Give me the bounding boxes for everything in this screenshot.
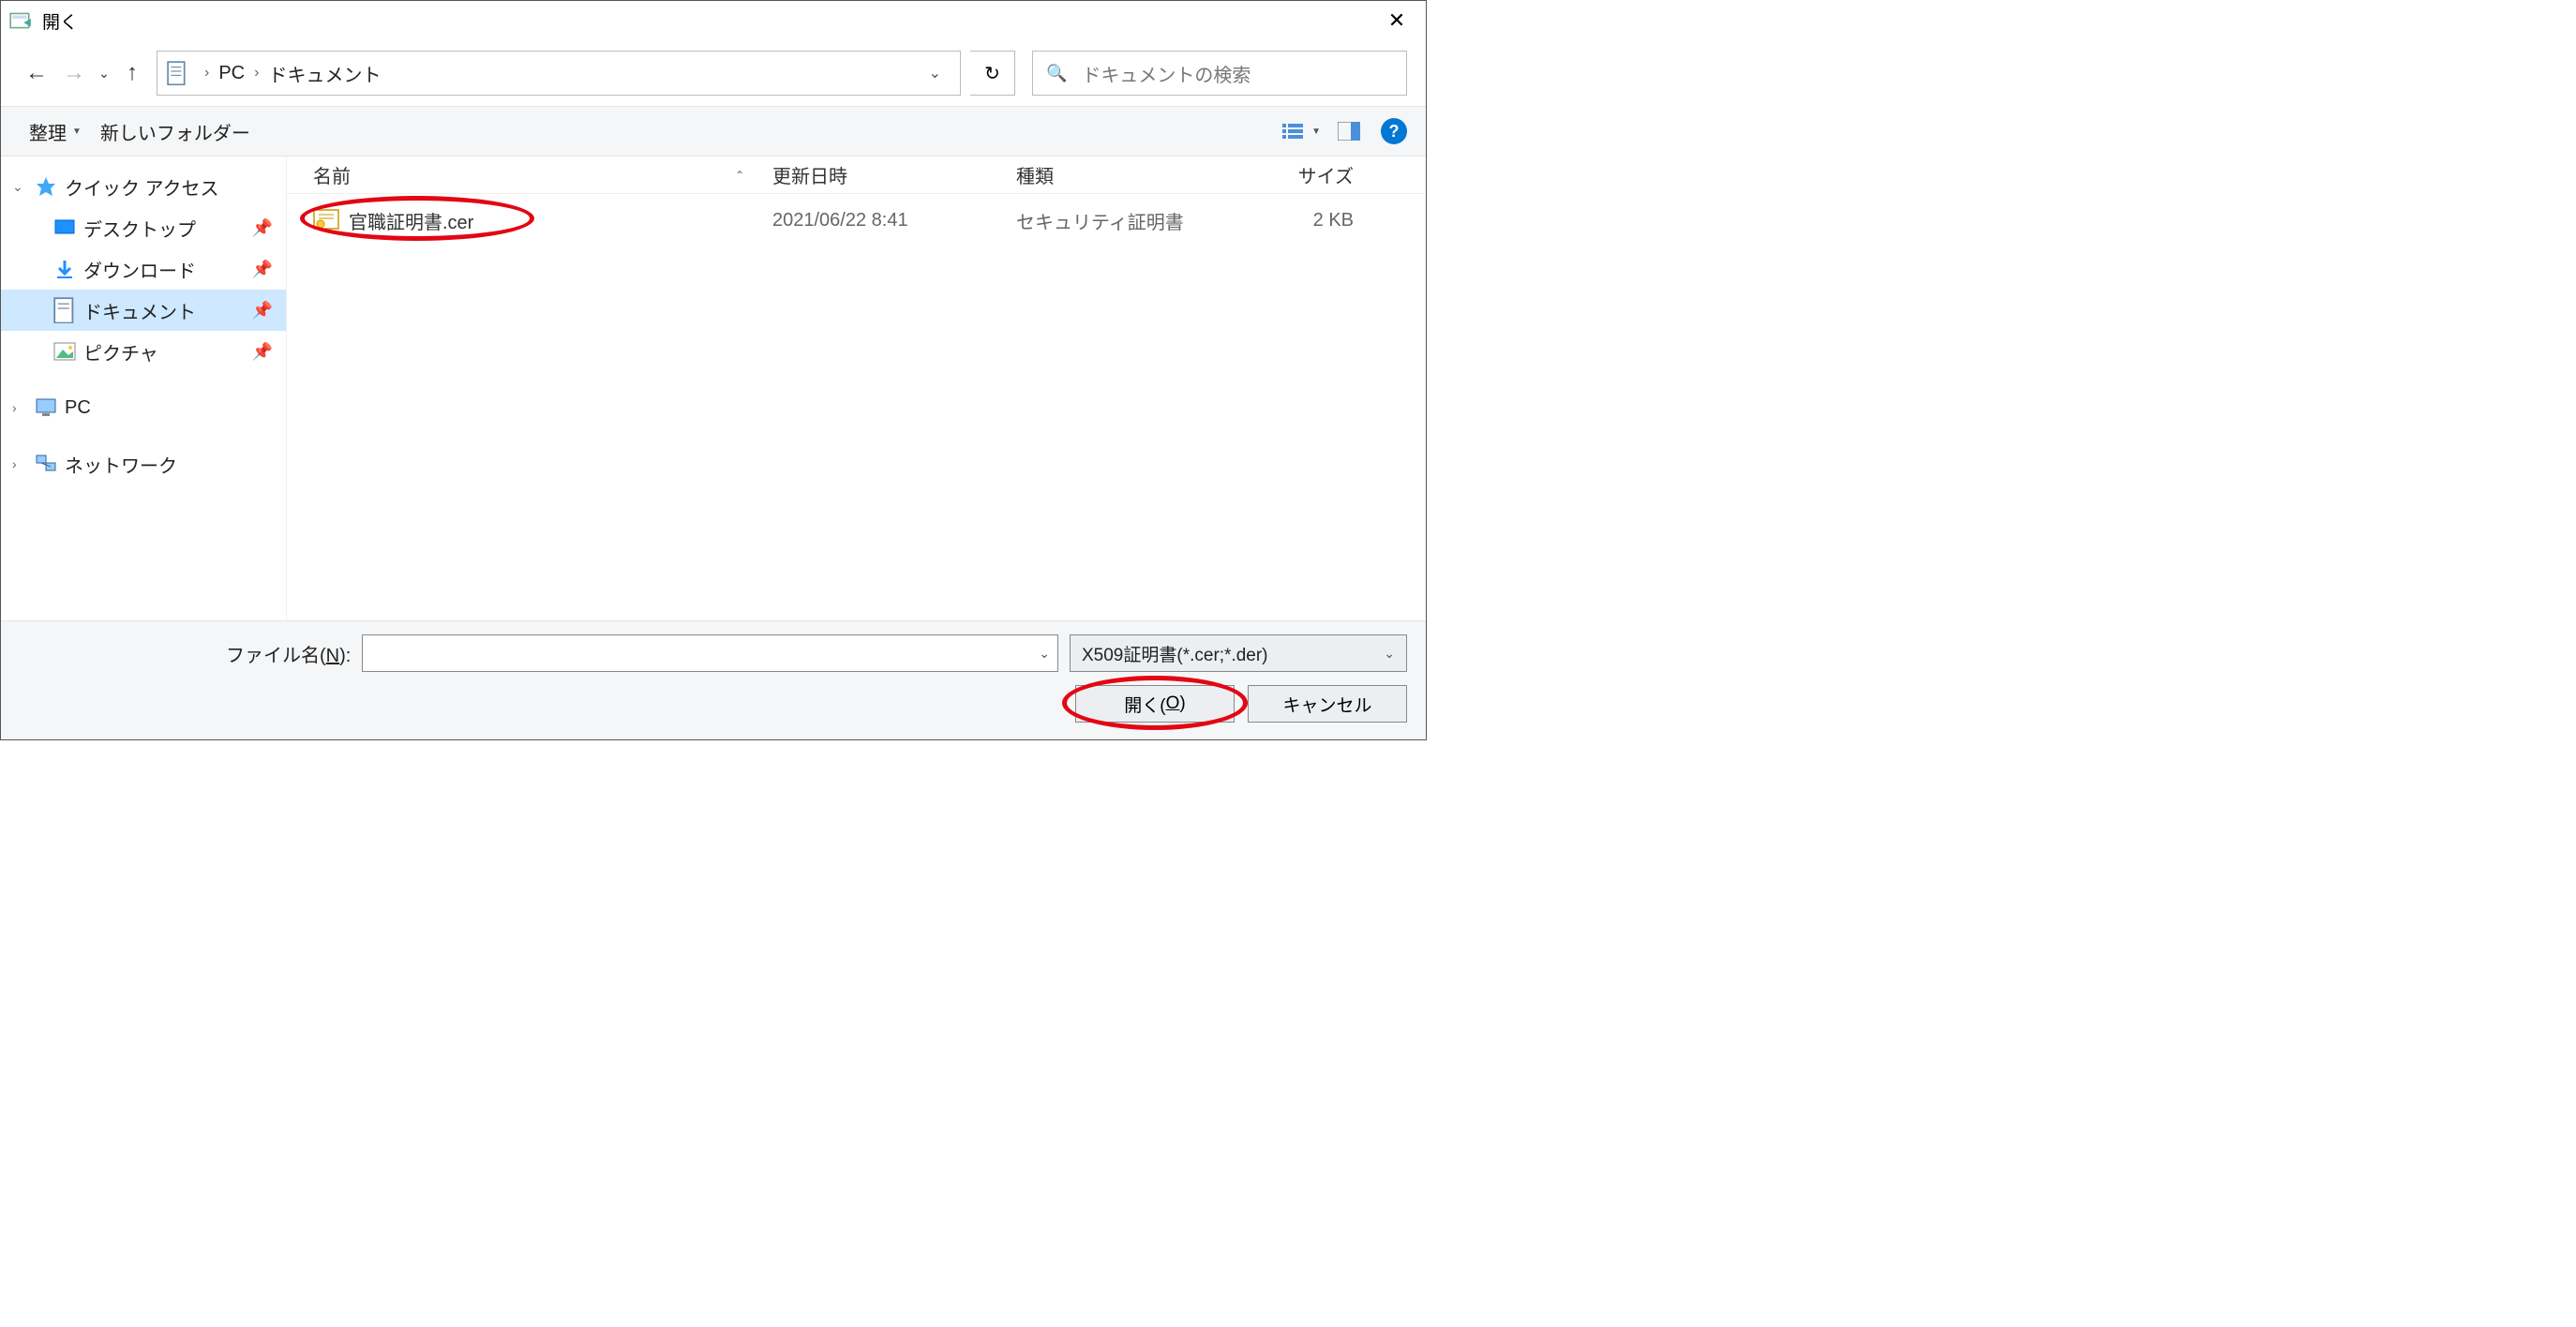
chevron-right-icon[interactable]: ›: [201, 65, 213, 82]
pin-icon: 📌: [252, 218, 273, 238]
file-date: 2021/06/22 8:41: [772, 210, 1016, 231]
chevron-right-icon: ›: [12, 400, 27, 415]
column-size[interactable]: サイズ: [1241, 161, 1372, 188]
navbar: ← → ⌄ ↑ › PC › ドキュメント ⌄ ↻ 🔍 ドキュメントの検索: [1, 40, 1426, 106]
organize-menu[interactable]: 整理 ▼: [20, 114, 91, 149]
filename-label: ファイル名(N):: [226, 640, 351, 667]
pc-icon: [35, 396, 57, 419]
body: ⌄ クイック アクセス デスクトップ 📌 ダウンロード 📌 ドキュメント 📌: [1, 157, 1426, 620]
chevron-down-icon: ⌄: [1384, 646, 1395, 662]
address-dropdown-icon[interactable]: ⌄: [920, 64, 951, 82]
file-size: 2 KB: [1241, 210, 1372, 231]
dialog-icon: [8, 8, 33, 33]
sidebar-documents[interactable]: ドキュメント 📌: [1, 290, 286, 331]
back-button[interactable]: ←: [20, 56, 53, 90]
cancel-button[interactable]: キャンセル: [1248, 685, 1407, 723]
pin-icon: 📌: [252, 342, 273, 362]
search-input[interactable]: 🔍 ドキュメントの検索: [1032, 51, 1407, 96]
downloads-icon: [53, 258, 76, 280]
history-dropdown[interactable]: ⌄: [95, 66, 113, 82]
pictures-icon: [53, 340, 76, 363]
sidebar-pictures[interactable]: ピクチャ 📌: [1, 331, 286, 372]
footer: ファイル名(N): ⌄ X509証明書(*.cer;*.der) ⌄ 開く(O)…: [1, 620, 1426, 739]
chevron-down-icon: ⌄: [12, 179, 27, 195]
chevron-right-icon: ›: [12, 456, 27, 471]
chevron-down-icon: ▼: [72, 127, 82, 137]
column-headers: 名前 ⌃ 更新日時 種類 サイズ: [287, 157, 1426, 194]
forward-button[interactable]: →: [57, 56, 91, 90]
breadcrumb-pc[interactable]: PC: [213, 63, 250, 84]
sort-indicator-icon: ⌃: [735, 169, 744, 182]
titlebar: 開く ✕: [1, 1, 1426, 40]
sidebar: ⌄ クイック アクセス デスクトップ 📌 ダウンロード 📌 ドキュメント 📌: [1, 157, 286, 620]
toolbar: 整理 ▼ 新しいフォルダー ▼ ?: [1, 106, 1426, 157]
chevron-down-icon[interactable]: ▼: [1311, 127, 1321, 137]
open-button[interactable]: 開く(O): [1075, 685, 1235, 723]
file-list: 名前 ⌃ 更新日時 種類 サイズ 官職証明書.cer 2021/06/22 8:…: [286, 157, 1426, 620]
column-type[interactable]: 種類: [1016, 161, 1241, 188]
sidebar-network[interactable]: › ネットワーク: [1, 443, 286, 485]
pin-icon: 📌: [252, 260, 273, 279]
search-placeholder: ドキュメントの検索: [1082, 60, 1251, 87]
breadcrumb-folder[interactable]: ドキュメント: [262, 60, 386, 87]
address-bar[interactable]: › PC › ドキュメント ⌄: [157, 51, 961, 96]
chevron-right-icon[interactable]: ›: [250, 65, 262, 82]
view-mode-group: ▼: [1278, 118, 1321, 144]
star-icon: [35, 175, 57, 198]
pin-icon: 📌: [252, 301, 273, 321]
dialog-title: 開く: [42, 8, 1375, 34]
filename-input[interactable]: ⌄: [362, 634, 1058, 672]
file-type: セキュリティ証明書: [1016, 207, 1241, 234]
network-icon: [35, 453, 57, 475]
preview-pane-icon[interactable]: [1334, 118, 1364, 144]
sidebar-quick-access[interactable]: ⌄ クイック アクセス: [1, 166, 286, 207]
help-button[interactable]: ?: [1381, 118, 1407, 144]
file-row[interactable]: 官職証明書.cer 2021/06/22 8:41 セキュリティ証明書 2 KB: [287, 194, 1426, 246]
file-name: 官職証明書.cer: [349, 207, 473, 234]
close-button[interactable]: ✕: [1375, 1, 1418, 40]
column-date[interactable]: 更新日時: [772, 161, 1016, 188]
filetype-filter[interactable]: X509証明書(*.cer;*.der) ⌄: [1070, 634, 1407, 672]
sidebar-pc[interactable]: › PC: [1, 387, 286, 428]
new-folder-button[interactable]: 新しいフォルダー: [91, 114, 260, 149]
view-details-icon[interactable]: [1278, 118, 1308, 144]
certificate-icon: [313, 209, 339, 231]
desktop-icon: [53, 216, 76, 239]
up-button[interactable]: ↑: [117, 56, 147, 90]
open-dialog: 開く ✕ ← → ⌄ ↑ › PC › ドキュメント ⌄ ↻ 🔍 ドキュメントの…: [0, 0, 1427, 740]
document-icon: [167, 61, 187, 85]
chevron-down-icon[interactable]: ⌄: [1039, 646, 1050, 662]
column-name[interactable]: 名前 ⌃: [313, 161, 772, 188]
sidebar-desktop[interactable]: デスクトップ 📌: [1, 207, 286, 248]
search-icon: 🔍: [1046, 64, 1067, 83]
document-icon: [53, 299, 76, 321]
refresh-button[interactable]: ↻: [970, 51, 1015, 96]
sidebar-downloads[interactable]: ダウンロード 📌: [1, 248, 286, 290]
